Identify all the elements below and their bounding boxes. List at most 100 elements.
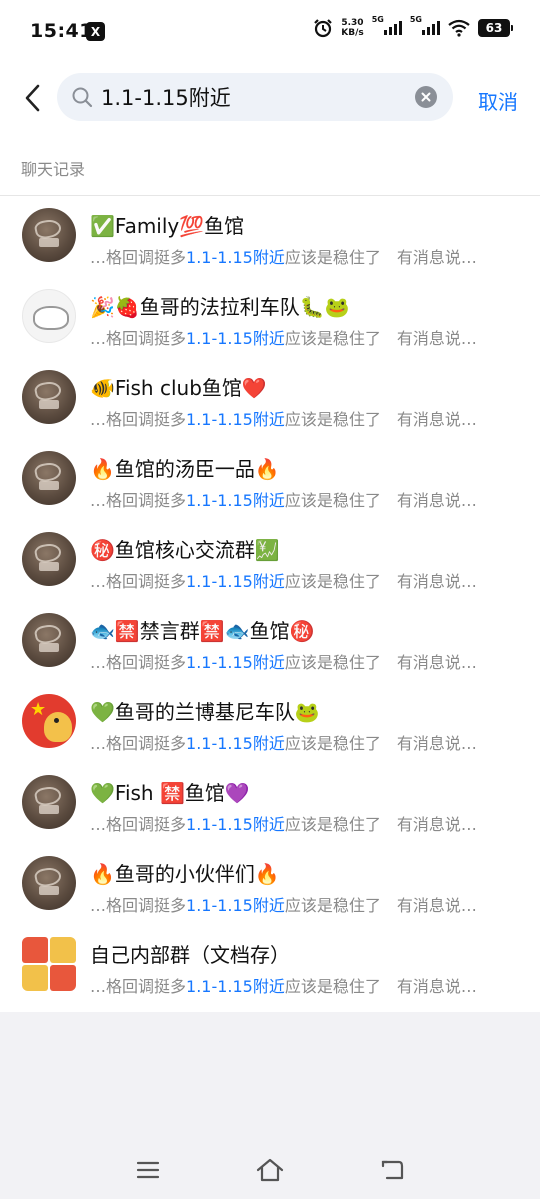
chat-title: 💚鱼哥的兰博基尼车队🐸 xyxy=(90,700,320,724)
snippet-highlight: 1.1-1.15附近 xyxy=(186,572,285,591)
group-avatar: ★ xyxy=(22,694,76,748)
snippet-suffix: 应该是稳住了 有消息说… xyxy=(284,896,477,915)
snippet-prefix: …格回调挺多 xyxy=(90,410,187,429)
chat-result-item[interactable]: 🐟🈲禁言群🈲🐟鱼馆㊙️ …格回调挺多1.1-1.15附近应该是稳住了 有消息说… xyxy=(0,605,540,686)
message-snippet: …格回调挺多1.1-1.15附近应该是稳住了 有消息说… xyxy=(90,406,530,430)
menu-button[interactable] xyxy=(133,1155,163,1185)
avatar-mark xyxy=(39,562,59,571)
snippet-highlight: 1.1-1.15附近 xyxy=(186,329,285,348)
group-avatar xyxy=(22,856,76,910)
chat-result-item[interactable]: ㊙️鱼馆核心交流群💹 …格回调挺多1.1-1.15附近应该是稳住了 有消息说… xyxy=(0,524,540,605)
chat-title: 🔥鱼哥的小伙伴们🔥 xyxy=(90,862,280,886)
home-icon xyxy=(256,1158,284,1181)
search-icon xyxy=(72,87,93,108)
back-arrow-icon xyxy=(25,84,40,112)
snippet-suffix: 应该是稳住了 有消息说… xyxy=(284,329,477,348)
snippet-highlight: 1.1-1.15附近 xyxy=(186,248,285,267)
avatar-tile xyxy=(22,965,48,991)
snippet-suffix: 应该是稳住了 有消息说… xyxy=(284,977,477,996)
chat-result-item[interactable]: 🐠Fish club鱼馆❤️ …格回调挺多1.1-1.15附近应该是稳住了 有消息… xyxy=(0,362,540,443)
group-avatar xyxy=(22,451,76,505)
chat-result-item[interactable]: 自己内部群（文档存） …格回调挺多1.1-1.15附近应该是稳住了 有消息说… xyxy=(0,929,540,1010)
top-area: 15:41 X 5.30 KB/s 5G 5G 63 1.1-1.15附近 取消… xyxy=(0,0,540,196)
chat-title: 🎉🍓鱼哥的法拉利车队🐛🐸 xyxy=(90,295,350,319)
chat-title: 💚Fish 🈲鱼馆💜 xyxy=(90,781,250,805)
speed-unit: KB/s xyxy=(341,28,364,38)
snippet-suffix: 应该是稳住了 有消息说… xyxy=(284,491,477,510)
chat-result-item[interactable]: ★ 💚鱼哥的兰博基尼车队🐸 …格回调挺多1.1-1.15附近应该是稳住了 有消息说… xyxy=(0,686,540,767)
chat-title: ㊙️鱼馆核心交流群💹 xyxy=(90,538,280,562)
net-type-2: 5G xyxy=(409,15,422,24)
net-type-1: 5G xyxy=(371,15,384,24)
snippet-highlight: 1.1-1.15附近 xyxy=(186,734,285,753)
status-time: 15:41 xyxy=(30,20,93,42)
status-indicators: 5.30 KB/s 5G 5G 63 xyxy=(313,15,513,38)
message-snippet: …格回调挺多1.1-1.15附近应该是稳住了 有消息说… xyxy=(90,649,530,673)
group-avatar xyxy=(22,370,76,424)
group-avatar xyxy=(22,208,76,262)
snippet-suffix: 应该是稳住了 有消息说… xyxy=(284,653,477,672)
signal-bars-icon xyxy=(383,21,402,35)
avatar-bird-eye xyxy=(54,718,59,723)
avatar-star: ★ xyxy=(30,699,47,720)
snippet-highlight: 1.1-1.15附近 xyxy=(186,491,285,510)
message-snippet: …格回调挺多1.1-1.15附近应该是稳住了 有消息说… xyxy=(90,244,530,268)
signal-bars-icon xyxy=(422,21,440,35)
snippet-suffix: 应该是稳住了 有消息说… xyxy=(284,248,477,267)
signal-2: 5G xyxy=(410,15,440,35)
chat-title: 🐠Fish club鱼馆❤️ xyxy=(90,376,267,400)
search-input[interactable]: 1.1-1.15附近 xyxy=(101,82,415,112)
wifi-icon xyxy=(448,19,470,37)
snippet-prefix: …格回调挺多 xyxy=(90,491,187,510)
avatar-cat xyxy=(33,306,69,330)
status-bar: 15:41 X 5.30 KB/s 5G 5G 63 xyxy=(0,0,540,62)
message-snippet: …格回调挺多1.1-1.15附近应该是稳住了 有消息说… xyxy=(90,811,530,835)
snippet-suffix: 应该是稳住了 有消息说… xyxy=(284,572,477,591)
snippet-prefix: …格回调挺多 xyxy=(90,653,187,672)
message-snippet: …格回调挺多1.1-1.15附近应该是稳住了 有消息说… xyxy=(90,730,530,754)
search-box[interactable]: 1.1-1.15附近 xyxy=(57,73,453,121)
snippet-prefix: …格回调挺多 xyxy=(90,896,187,915)
avatar-bird xyxy=(44,712,72,742)
alarm-icon xyxy=(314,19,333,38)
chat-result-item[interactable]: 🔥鱼哥的小伙伴们🔥 …格回调挺多1.1-1.15附近应该是稳住了 有消息说… xyxy=(0,848,540,929)
chat-result-item[interactable]: 🎉🍓鱼哥的法拉利车队🐛🐸 …格回调挺多1.1-1.15附近应该是稳住了 有消息说… xyxy=(0,281,540,362)
chat-result-item[interactable]: ✅Family💯鱼馆 …格回调挺多1.1-1.15附近应该是稳住了 有消息说… xyxy=(0,200,540,281)
snippet-highlight: 1.1-1.15附近 xyxy=(186,977,285,996)
group-avatar xyxy=(22,289,76,343)
result-list: ✅Family💯鱼馆 …格回调挺多1.1-1.15附近应该是稳住了 有消息说… 🎉🍓… xyxy=(0,196,540,1012)
snippet-prefix: …格回调挺多 xyxy=(90,572,187,591)
avatar-mark xyxy=(39,805,59,814)
navigation-bar xyxy=(0,1140,540,1199)
avatar-mark xyxy=(39,238,59,247)
search-header: 1.1-1.15附近 取消 xyxy=(0,62,540,134)
group-avatar xyxy=(22,937,76,991)
snippet-suffix: 应该是稳住了 有消息说… xyxy=(284,410,477,429)
home-button[interactable] xyxy=(255,1155,285,1185)
chat-result-item[interactable]: 💚Fish 🈲鱼馆💜 …格回调挺多1.1-1.15附近应该是稳住了 有消息说… xyxy=(0,767,540,848)
avatar-mark xyxy=(39,886,59,895)
menu-icon xyxy=(136,1161,160,1178)
signal-1: 5G xyxy=(372,15,402,35)
chat-title: ✅Family💯鱼馆 xyxy=(90,214,245,238)
snippet-prefix: …格回调挺多 xyxy=(90,734,187,753)
back-button[interactable] xyxy=(16,78,48,118)
return-icon xyxy=(381,1160,404,1179)
group-avatar xyxy=(22,775,76,829)
clear-button[interactable] xyxy=(415,86,437,108)
message-snippet: …格回调挺多1.1-1.15附近应该是稳住了 有消息说… xyxy=(90,973,530,997)
network-speed: 5.30 KB/s xyxy=(341,18,363,38)
snippet-prefix: …格回调挺多 xyxy=(90,815,187,834)
chat-result-item[interactable]: 🔥鱼馆的汤臣一品🔥 …格回调挺多1.1-1.15附近应该是稳住了 有消息说… xyxy=(0,443,540,524)
message-snippet: …格回调挺多1.1-1.15附近应该是稳住了 有消息说… xyxy=(90,568,530,592)
group-avatar xyxy=(22,532,76,586)
chat-title: 自己内部群（文档存） xyxy=(90,943,290,967)
avatar-tile xyxy=(50,937,76,963)
snippet-prefix: …格回调挺多 xyxy=(90,248,187,267)
avatar-tile xyxy=(50,965,76,991)
message-snippet: …格回调挺多1.1-1.15附近应该是稳住了 有消息说… xyxy=(90,487,530,511)
snippet-suffix: 应该是稳住了 有消息说… xyxy=(284,734,477,753)
return-button[interactable] xyxy=(377,1155,407,1185)
clear-icon xyxy=(421,92,431,102)
cancel-button[interactable]: 取消 xyxy=(478,86,518,115)
